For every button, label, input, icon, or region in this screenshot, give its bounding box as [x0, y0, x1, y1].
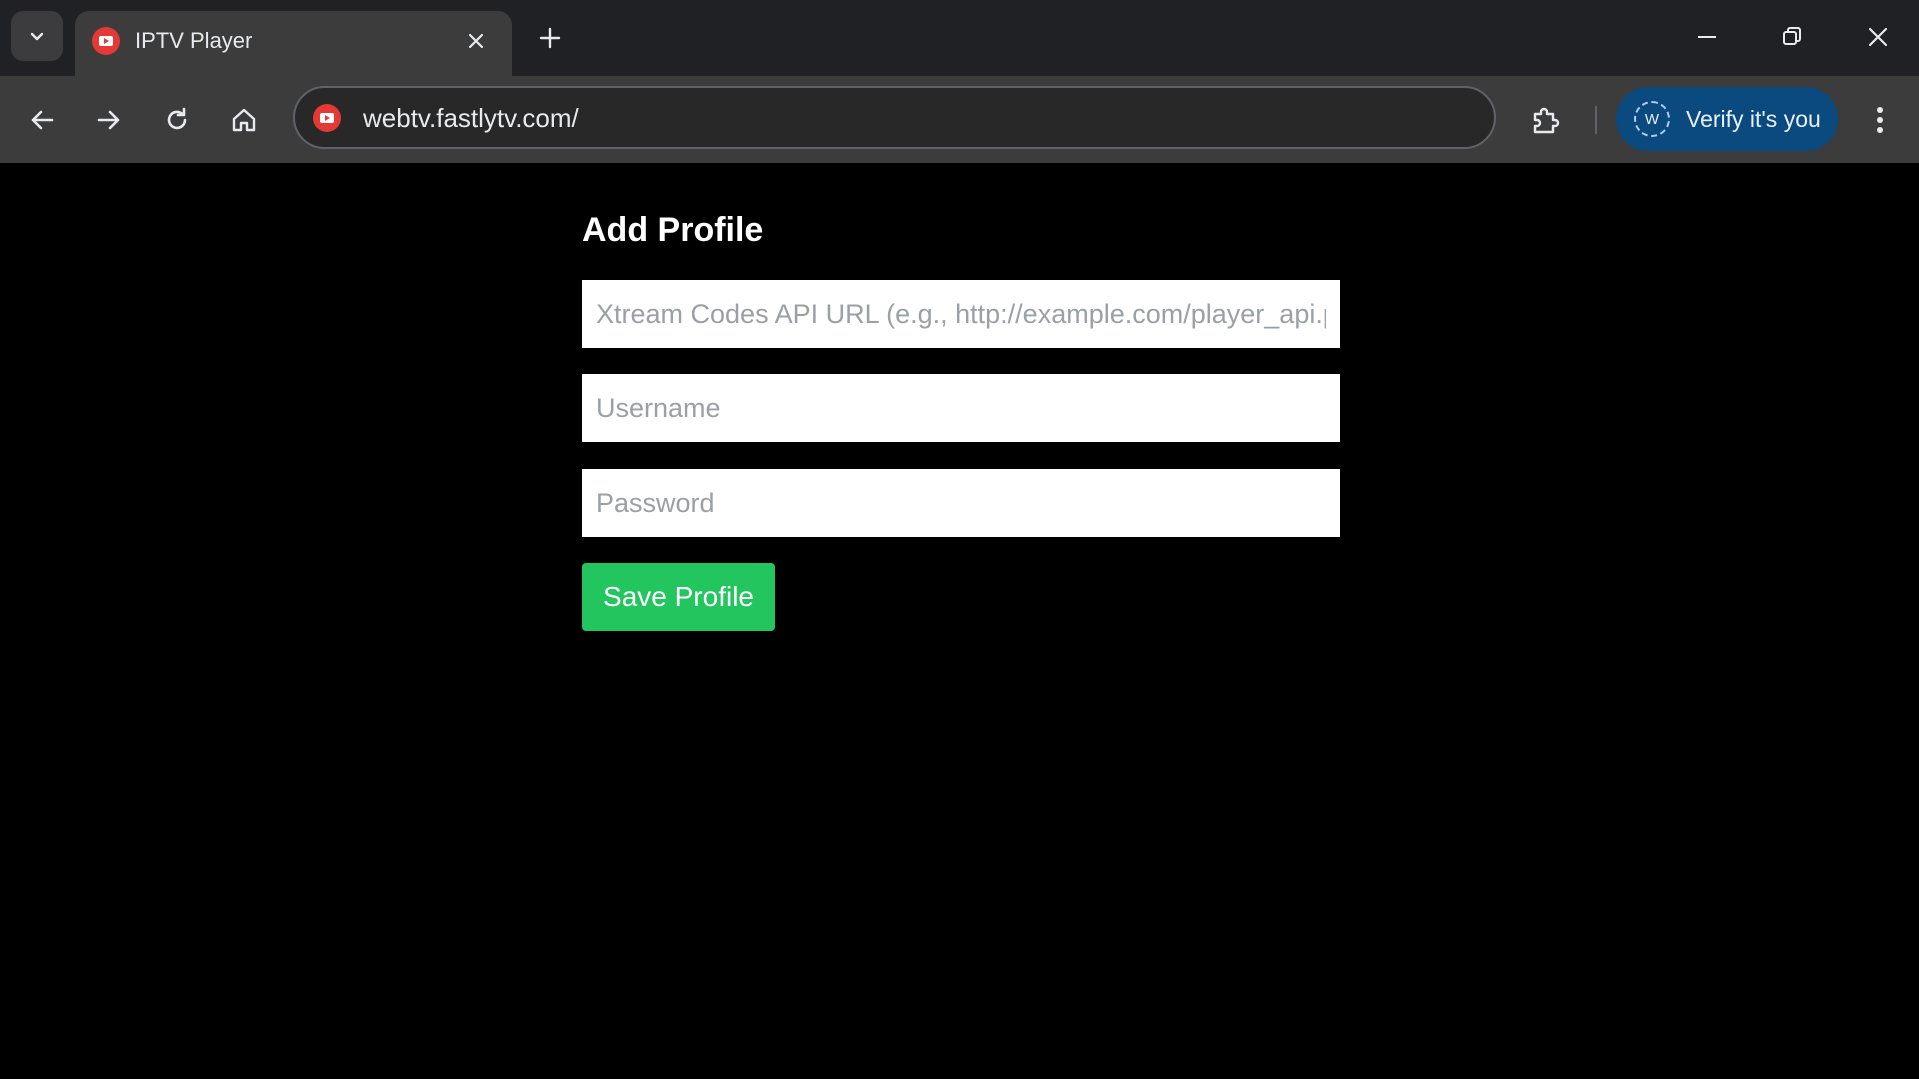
- tab-search-button[interactable]: [11, 11, 63, 61]
- tv-play-icon: [92, 27, 120, 55]
- avatar: W: [1634, 101, 1670, 137]
- arrow-left-icon: [31, 110, 54, 130]
- api-url-input[interactable]: [582, 280, 1340, 348]
- chevron-down-icon: [30, 32, 44, 41]
- close-icon: [1868, 27, 1888, 47]
- page-title: Add Profile: [582, 211, 764, 249]
- tab-close-button[interactable]: [459, 24, 493, 58]
- browser-window: IPTV Player webtv.fastlytv.com/ W Verify…: [0, 0, 1919, 1079]
- password-input[interactable]: [582, 469, 1340, 537]
- forward-button[interactable]: [85, 96, 133, 144]
- browser-menu-button[interactable]: [1860, 96, 1900, 144]
- minimize-button[interactable]: [1672, 12, 1742, 62]
- toolbar-divider: [1595, 106, 1597, 134]
- extensions-button[interactable]: [1522, 96, 1570, 144]
- puzzle-icon: [1533, 107, 1560, 134]
- save-profile-button[interactable]: Save Profile: [582, 563, 775, 631]
- active-tab[interactable]: IPTV Player: [75, 11, 512, 76]
- username-input[interactable]: [582, 374, 1340, 442]
- address-bar[interactable]: webtv.fastlytv.com/: [293, 86, 1496, 149]
- verify-label: Verify it's you: [1686, 106, 1821, 132]
- back-button[interactable]: [18, 96, 66, 144]
- site-info-icon[interactable]: [313, 104, 341, 132]
- home-button[interactable]: [220, 96, 268, 144]
- plus-icon: [539, 27, 561, 49]
- verify-identity-button[interactable]: W Verify it's you: [1616, 87, 1838, 151]
- restore-button[interactable]: [1757, 12, 1827, 62]
- tab-title: IPTV Player: [135, 28, 253, 53]
- minimize-icon: [1698, 36, 1716, 38]
- home-icon: [232, 108, 256, 132]
- reload-button[interactable]: [153, 96, 201, 144]
- address-url[interactable]: webtv.fastlytv.com/: [363, 101, 579, 135]
- arrow-right-icon: [97, 110, 120, 130]
- reload-icon: [167, 107, 187, 130]
- restore-icon: [1783, 27, 1801, 45]
- tab-strip: IPTV Player: [0, 0, 1919, 76]
- more-vert-icon: [1877, 107, 1883, 133]
- new-tab-button[interactable]: [530, 18, 570, 58]
- close-window-button[interactable]: [1843, 12, 1913, 62]
- close-icon: [468, 33, 484, 49]
- browser-toolbar: webtv.fastlytv.com/ W Verify it's you: [0, 76, 1919, 163]
- page-content: Add Profile Save Profile: [0, 163, 1919, 1079]
